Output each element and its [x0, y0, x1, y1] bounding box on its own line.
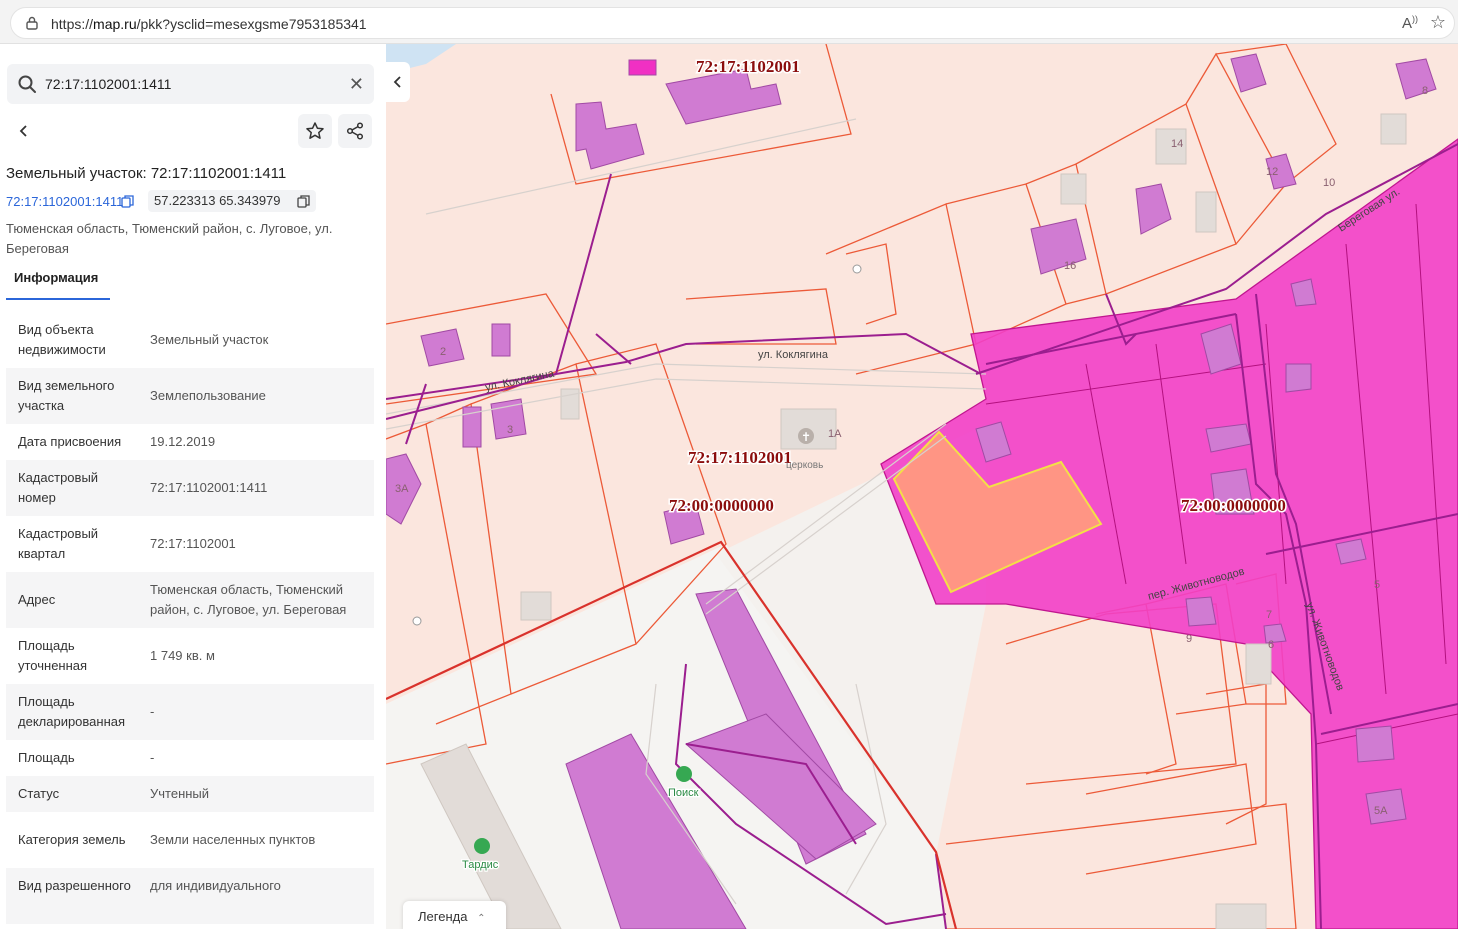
row-value: Учтенный: [150, 786, 210, 801]
house-number: 14: [1171, 138, 1183, 150]
info-table: Вид объекта недвижимости Земельный участ…: [6, 312, 374, 924]
chevron-left-icon: [19, 125, 27, 137]
cadastral-map[interactable]: ✝ 72:17:1102001 72:17:1102001 72:00:0000…: [386, 44, 1458, 929]
row-label: Адрес: [18, 592, 56, 607]
house-number: 6: [1268, 639, 1274, 651]
coordinates-chip[interactable]: 57.223313 65.343979: [148, 190, 316, 212]
row-value: -: [150, 750, 155, 765]
collapse-panel-button[interactable]: [386, 62, 410, 102]
browser-toolbar: https://map.ru/pkk?ysclid=mesexgsme79531…: [0, 0, 1458, 44]
favorite-star-icon[interactable]: ☆: [1430, 12, 1446, 33]
table-row: Вид земельного участка Землепользование: [6, 368, 374, 424]
row-value: -: [150, 704, 155, 719]
house-number: 3А: [395, 483, 409, 495]
url-text[interactable]: https://map.ru/pkk?ysclid=mesexgsme79531…: [51, 16, 367, 32]
row-label: Площадь декларированная: [18, 694, 126, 729]
row-label: Дата присвоения: [18, 434, 122, 449]
table-row: Кадастровый квартал 72:17:1102001: [6, 516, 374, 572]
row-value: 72:17:1102001:1411: [150, 480, 268, 495]
row-label: Вид объекта недвижимости: [18, 322, 106, 357]
house-number: 10: [1323, 177, 1335, 189]
row-label: Площадь: [18, 750, 75, 765]
parcel-address: Тюменская область, Тюменский район, с. Л…: [6, 221, 333, 256]
row-value: для индивидуального: [150, 878, 281, 893]
search-box: ✕: [7, 64, 374, 104]
star-icon: [306, 122, 324, 139]
table-row: Адрес Тюменская область, Тюменский район…: [6, 572, 374, 628]
table-row: Площадь -: [6, 740, 374, 776]
row-value: Земельный участок: [150, 332, 269, 347]
row-value: Земли населенных пунктов: [150, 832, 316, 847]
church-icon-cross: ✝: [801, 430, 811, 444]
row-label: Кадастровый квартал: [18, 526, 99, 561]
back-button[interactable]: [7, 114, 41, 148]
quarter-label: 72:00:0000000: [1181, 496, 1286, 515]
row-label: Вид земельного участка: [18, 378, 115, 413]
house-number: 7: [1266, 609, 1272, 621]
house-number: 1А: [828, 428, 842, 440]
row-value: Тюменская область, Тюменский район, с. Л…: [150, 582, 347, 617]
table-row: Кадастровый номер 72:17:1102001:1411: [6, 460, 374, 516]
quarter-label: 72:17:1102001: [696, 57, 800, 76]
table-row: Площадь уточненная 1 749 кв. м: [6, 628, 374, 684]
tab-information[interactable]: Информация: [6, 270, 110, 300]
house-number: 3: [507, 424, 513, 436]
row-label: Категория земель: [18, 832, 126, 847]
legend-button[interactable]: Легенда ⌃: [403, 901, 506, 929]
map-canvas[interactable]: ✝ 72:17:1102001 72:17:1102001 72:00:0000…: [386, 44, 1458, 929]
chevron-up-icon: ⌃: [477, 913, 486, 924]
share-button[interactable]: [338, 114, 372, 148]
url-host: map.ru: [93, 16, 137, 32]
table-row: Категория земель Земли населенных пункто…: [6, 812, 374, 868]
house-number: 9: [1186, 633, 1192, 645]
house-number: 12: [1266, 166, 1278, 178]
info-panel: ✕ Земельный участок: 72:17:1102001:1411 …: [0, 44, 386, 929]
url-path: /pkk?ysclid=mesexgsme7953185341: [136, 16, 367, 32]
site-info-icon[interactable]: [25, 16, 39, 30]
read-aloud-icon[interactable]: A)): [1402, 14, 1418, 32]
row-label: Статус: [18, 786, 60, 801]
url-prefix: https://: [51, 16, 94, 32]
add-favorite-button[interactable]: [298, 114, 332, 148]
point-marker-icon: [412, 616, 422, 626]
search-input[interactable]: [45, 64, 335, 104]
copy-icon[interactable]: [121, 195, 134, 208]
address-bar[interactable]: https://map.ru/pkk?ysclid=mesexgsme79531…: [10, 7, 1455, 39]
poi-marker-icon[interactable]: [676, 766, 692, 782]
house-number: 8: [1422, 85, 1428, 97]
poi-label[interactable]: Тардис: [461, 858, 500, 873]
cadastral-number-link[interactable]: 72:17:1102001:1411: [6, 194, 123, 209]
poi-marker-icon[interactable]: [474, 838, 490, 854]
legend-label: Легенда: [418, 909, 468, 924]
table-row: Дата присвоения 19.12.2019: [6, 424, 374, 460]
clear-search-icon[interactable]: ✕: [349, 74, 364, 94]
table-row: Статус Учтенный: [6, 776, 374, 812]
poi-label[interactable]: Поиск: [667, 786, 700, 801]
row-label: Площадь уточненная: [18, 638, 88, 673]
house-number: 16: [1064, 260, 1076, 272]
search-icon[interactable]: [17, 74, 37, 94]
chevron-left-icon: [393, 76, 401, 88]
church-label: церковь: [786, 460, 823, 471]
copy-icon[interactable]: [297, 195, 310, 208]
house-number: 2: [440, 346, 446, 358]
house-number: 5А: [1374, 805, 1388, 817]
table-row: Вид объекта недвижимости Земельный участ…: [6, 312, 374, 368]
point-marker-icon: [852, 264, 862, 274]
row-value: 19.12.2019: [150, 434, 216, 449]
table-row: Вид разрешенного для индивидуального: [6, 868, 374, 924]
row-value: Землепользование: [150, 388, 266, 403]
table-row: Площадь декларированная -: [6, 684, 374, 740]
house-number: 5: [1374, 579, 1380, 591]
quarter-label: 72:17:1102001: [688, 448, 792, 467]
row-label: Кадастровый номер: [18, 470, 99, 505]
row-label: Вид разрешенного: [18, 878, 131, 893]
share-icon: [346, 122, 364, 140]
parcel-title: Земельный участок: 72:17:1102001:1411: [6, 165, 287, 182]
row-value: 1 749 кв. м: [150, 648, 215, 663]
street-label: ул. Коклягина: [758, 349, 829, 361]
quarter-label: 72:00:0000000: [669, 496, 774, 515]
row-value: 72:17:1102001: [150, 536, 236, 551]
